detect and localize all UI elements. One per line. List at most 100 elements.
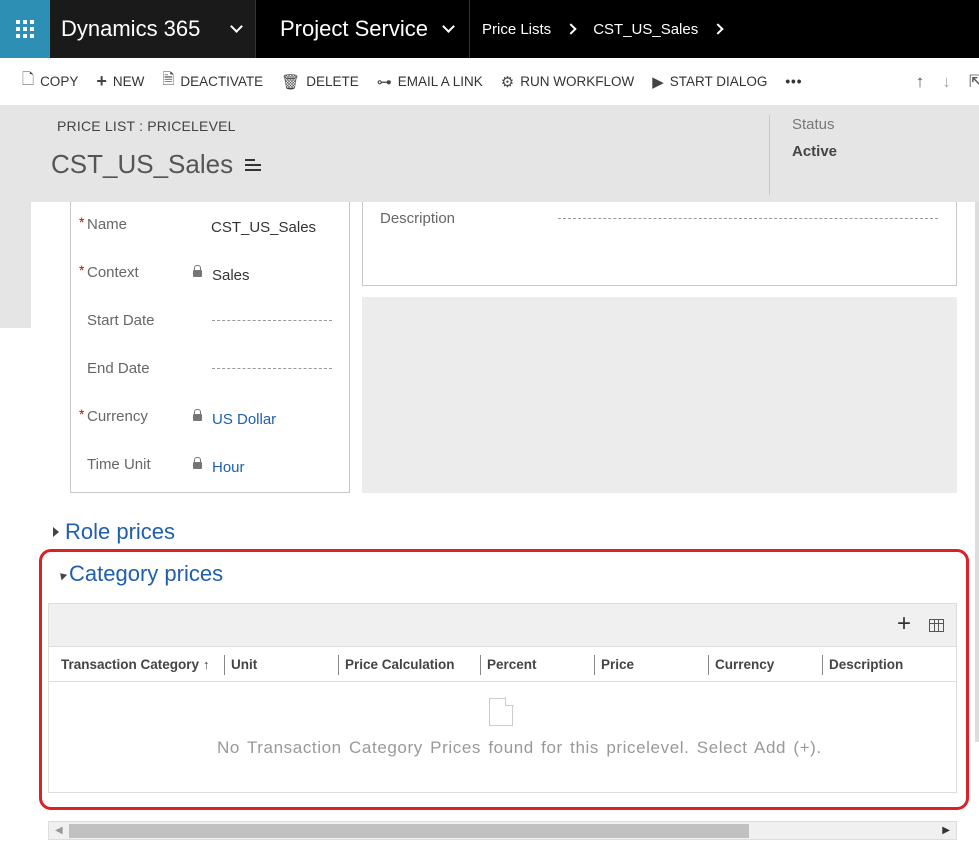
role-prices-title: Role prices bbox=[65, 519, 176, 544]
record-header: PRICE LIST : PRICELEVEL CST_US_Sales Sta… bbox=[0, 105, 979, 202]
column-divider[interactable] bbox=[708, 655, 709, 675]
deactivate-icon: 🗎 bbox=[162, 71, 175, 88]
column-header-price-calculation[interactable]: Price Calculation bbox=[338, 647, 455, 682]
waffle-icon bbox=[16, 20, 34, 38]
empty-document-icon bbox=[489, 697, 514, 726]
chevron-right-icon[interactable] bbox=[712, 23, 724, 35]
category-prices-section-toggle[interactable]: Category prices bbox=[54, 561, 223, 587]
start-date-empty-value[interactable] bbox=[212, 320, 332, 321]
column-divider[interactable] bbox=[224, 655, 225, 675]
grid-view-icon[interactable] bbox=[929, 619, 944, 632]
arrow-down-icon[interactable]: ↓ bbox=[942, 72, 951, 92]
module-label: Project Service bbox=[280, 16, 428, 41]
breadcrumb-price-lists[interactable]: Price Lists bbox=[482, 21, 551, 38]
context-label: * Context bbox=[79, 262, 139, 281]
time-unit-value[interactable]: Hour bbox=[193, 457, 245, 476]
description-field[interactable]: Description bbox=[362, 202, 957, 286]
description-empty-value[interactable] bbox=[558, 218, 938, 219]
email-link-label: EMAIL A LINK bbox=[397, 74, 483, 89]
horizontal-scrollbar[interactable]: ◀ ▶ bbox=[48, 821, 957, 840]
copy-button[interactable]: 🗋 COPY bbox=[22, 69, 78, 94]
brand-label: Dynamics 365 bbox=[61, 16, 201, 41]
app-launcher-button[interactable] bbox=[0, 0, 50, 58]
context-label-text: Context bbox=[87, 264, 139, 281]
start-date-field[interactable]: Start Date bbox=[71, 306, 349, 336]
command-bar: 🗋 COPY + NEW 🗎 DEACTIVATE 🗑 DELETE ⊶ EMAIL A … bbox=[0, 58, 979, 105]
column-label: Unit bbox=[231, 657, 258, 672]
empty-grid-message: No Transaction Category Prices found for… bbox=[217, 738, 822, 757]
header-divider bbox=[769, 115, 770, 195]
left-gutter bbox=[0, 202, 31, 328]
popout-icon[interactable]: ⇱ bbox=[969, 72, 979, 92]
column-header-description[interactable]: Description bbox=[822, 647, 904, 682]
delete-button[interactable]: 🗑 DELETE bbox=[281, 73, 359, 91]
scroll-left-arrow-icon[interactable]: ◀ bbox=[55, 825, 63, 836]
trash-icon: 🗑 bbox=[281, 73, 301, 91]
name-value[interactable]: CST_US_Sales bbox=[211, 219, 316, 236]
module-menu[interactable]: Project Service bbox=[256, 0, 470, 58]
grid-toolbar: + bbox=[49, 604, 956, 647]
collapse-icon bbox=[54, 567, 68, 581]
time-unit-label: Time Unit bbox=[87, 456, 151, 473]
currency-label: * Currency bbox=[79, 406, 148, 425]
run-workflow-button[interactable]: ⚙ RUN WORKFLOW bbox=[501, 73, 634, 91]
column-label: Price Calculation bbox=[345, 657, 455, 672]
arrow-up-icon[interactable]: ↑ bbox=[916, 72, 925, 92]
column-header-price[interactable]: Price bbox=[594, 647, 635, 682]
column-divider[interactable] bbox=[338, 655, 339, 675]
column-header-percent[interactable]: Percent bbox=[480, 647, 537, 682]
lock-icon bbox=[193, 265, 202, 280]
time-unit-link[interactable]: Hour bbox=[212, 459, 245, 476]
end-date-empty-value[interactable] bbox=[212, 368, 332, 369]
chevron-right-icon bbox=[565, 23, 577, 35]
breadcrumb: Price Lists CST_US_Sales bbox=[470, 0, 740, 58]
more-commands-button[interactable]: ••• bbox=[785, 74, 802, 89]
start-dialog-button[interactable]: ▶ START DIALOG bbox=[652, 73, 767, 91]
name-label: * Name bbox=[79, 214, 127, 233]
general-section: * Name CST_US_Sales * Context Sales Start … bbox=[70, 202, 350, 493]
currency-link[interactable]: US Dollar bbox=[212, 411, 276, 428]
time-unit-field: Time Unit Hour bbox=[71, 450, 349, 480]
required-marker: * bbox=[79, 262, 85, 278]
category-prices-grid: + Transaction Category ↑ Unit Price Calc… bbox=[48, 603, 957, 793]
column-label: Price bbox=[601, 657, 635, 672]
deactivate-button[interactable]: 🗎 DEACTIVATE bbox=[162, 69, 263, 94]
column-divider[interactable] bbox=[822, 655, 823, 675]
scroll-right-arrow-icon[interactable]: ▶ bbox=[942, 825, 950, 836]
role-prices-section-toggle[interactable]: Role prices bbox=[53, 519, 175, 545]
add-record-button[interactable]: + bbox=[897, 612, 911, 636]
chevron-down-icon bbox=[442, 20, 455, 33]
scrollbar-thumb[interactable] bbox=[69, 824, 749, 838]
delete-label: DELETE bbox=[306, 74, 359, 89]
form-selector-icon[interactable] bbox=[245, 156, 262, 174]
workflow-icon: ⚙ bbox=[500, 73, 515, 91]
column-label: Transaction Category bbox=[61, 657, 200, 672]
breadcrumb-record[interactable]: CST_US_Sales bbox=[593, 21, 698, 38]
copy-label: COPY bbox=[40, 74, 79, 89]
lock-icon bbox=[193, 409, 202, 424]
column-divider[interactable] bbox=[480, 655, 481, 675]
vertical-scrollbar[interactable] bbox=[975, 202, 979, 742]
document-icon: 🗋 bbox=[22, 71, 35, 88]
link-icon: ⊶ bbox=[376, 73, 392, 91]
category-prices-title: Category prices bbox=[69, 561, 224, 586]
column-label: Currency bbox=[715, 657, 775, 672]
brand-menu[interactable]: Dynamics 365 bbox=[50, 0, 256, 58]
context-field: * Context Sales bbox=[71, 258, 349, 288]
run-workflow-label: RUN WORKFLOW bbox=[520, 74, 635, 89]
currency-value[interactable]: US Dollar bbox=[193, 409, 276, 428]
column-label: Description bbox=[829, 657, 904, 672]
currency-field: * Currency US Dollar bbox=[71, 402, 349, 432]
email-link-button[interactable]: ⊶ EMAIL A LINK bbox=[377, 73, 483, 91]
end-date-field[interactable]: End Date bbox=[71, 354, 349, 384]
column-header-unit[interactable]: Unit bbox=[224, 647, 258, 682]
name-field[interactable]: * Name CST_US_Sales bbox=[71, 210, 349, 240]
end-date-label: End Date bbox=[87, 360, 150, 377]
column-divider[interactable] bbox=[594, 655, 595, 675]
required-marker: * bbox=[79, 406, 85, 422]
column-header-currency[interactable]: Currency bbox=[708, 647, 775, 682]
start-dialog-label: START DIALOG bbox=[669, 74, 768, 89]
required-marker: * bbox=[79, 214, 85, 230]
column-header-transaction-category[interactable]: Transaction Category ↑ bbox=[61, 647, 210, 682]
new-button[interactable]: + NEW bbox=[96, 71, 144, 92]
